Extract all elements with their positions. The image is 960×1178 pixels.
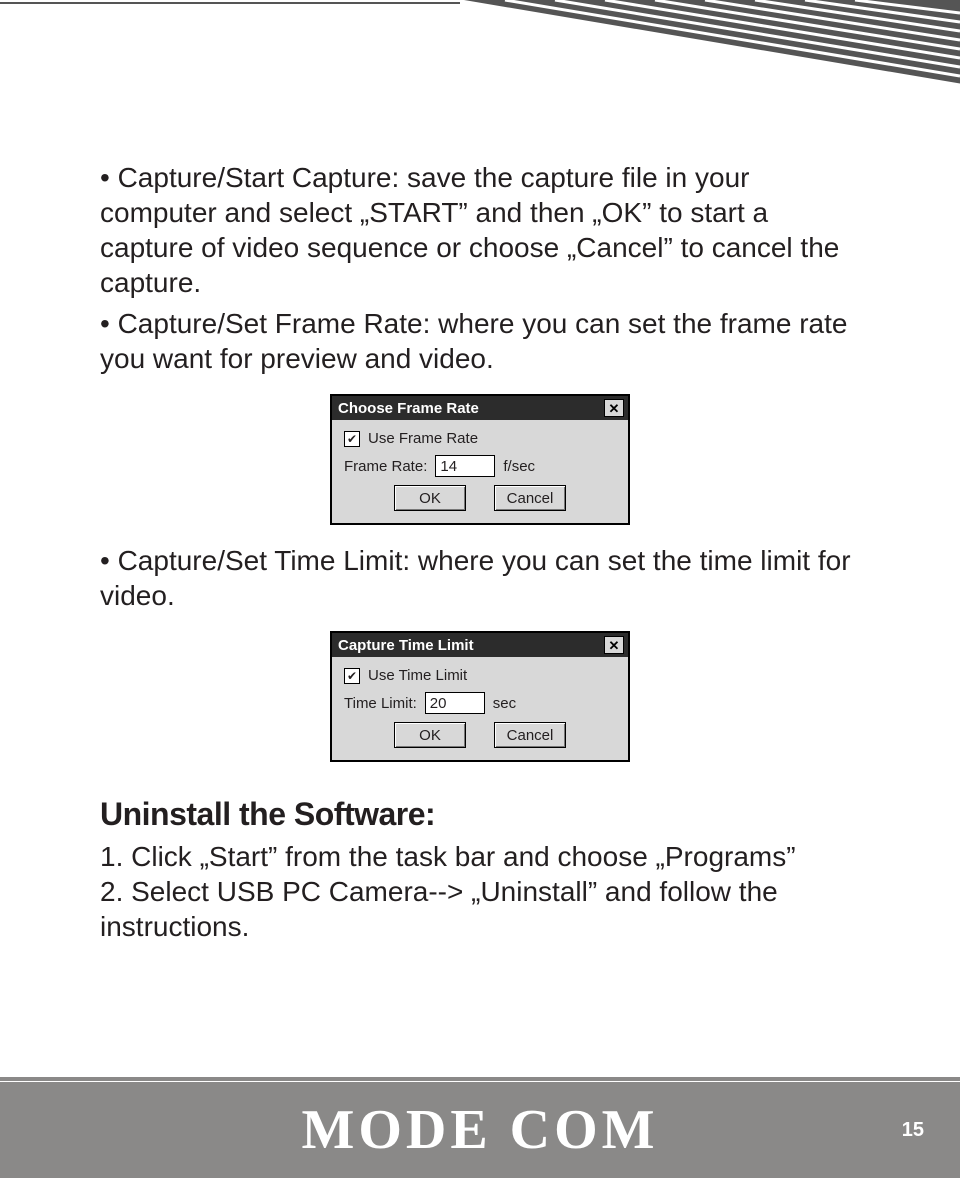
bullet-set-time-limit: • Capture/Set Time Limit: where you can … (100, 543, 860, 613)
page-top-decoration (0, 0, 960, 130)
dialog-body: ✔ Use Frame Rate Frame Rate: 14 f/sec OK… (332, 420, 628, 523)
frame-rate-unit: f/sec (503, 458, 535, 475)
bullet-capture-start: • Capture/Start Capture: save the captur… (100, 160, 860, 300)
close-icon[interactable]: ✕ (604, 636, 624, 654)
time-limit-unit: sec (493, 695, 516, 712)
bullet-set-frame-rate: • Capture/Set Frame Rate: where you can … (100, 306, 860, 376)
uninstall-step-2: 2. Select USB PC Camera--> „Uninstall” a… (100, 874, 860, 944)
dialog-titlebar: Choose Frame Rate ✕ (332, 396, 628, 420)
close-icon[interactable]: ✕ (604, 399, 624, 417)
page-footer: MODE COM 15 (0, 1082, 960, 1178)
dialog-title-text: Choose Frame Rate (338, 400, 479, 417)
checkbox-use-time-limit[interactable]: ✔ (344, 668, 360, 684)
ok-button[interactable]: OK (394, 722, 466, 748)
ok-button[interactable]: OK (394, 485, 466, 511)
page-number: 15 (902, 1119, 924, 1142)
cancel-button[interactable]: Cancel (494, 485, 566, 511)
checkbox-label: Use Frame Rate (368, 430, 478, 447)
time-limit-label: Time Limit: (344, 695, 417, 712)
cancel-button[interactable]: Cancel (494, 722, 566, 748)
checkbox-label: Use Time Limit (368, 667, 467, 684)
dialog-title-text: Capture Time Limit (338, 637, 474, 654)
frame-rate-input[interactable]: 14 (435, 455, 495, 477)
dialog-titlebar: Capture Time Limit ✕ (332, 633, 628, 657)
dialog-choose-frame-rate: Choose Frame Rate ✕ ✔ Use Frame Rate Fra… (330, 394, 630, 525)
dialog-capture-time-limit: Capture Time Limit ✕ ✔ Use Time Limit Ti… (330, 631, 630, 762)
frame-rate-label: Frame Rate: (344, 458, 427, 475)
page-content: • Capture/Start Capture: save the captur… (100, 160, 860, 944)
footer-brand: MODE COM (301, 1098, 658, 1162)
uninstall-heading: Uninstall the Software: (100, 796, 860, 833)
dialog-body: ✔ Use Time Limit Time Limit: 20 sec OK C… (332, 657, 628, 760)
uninstall-step-1: 1. Click „Start” from the task bar and c… (100, 839, 860, 874)
checkbox-use-frame-rate[interactable]: ✔ (344, 431, 360, 447)
time-limit-input[interactable]: 20 (425, 692, 485, 714)
